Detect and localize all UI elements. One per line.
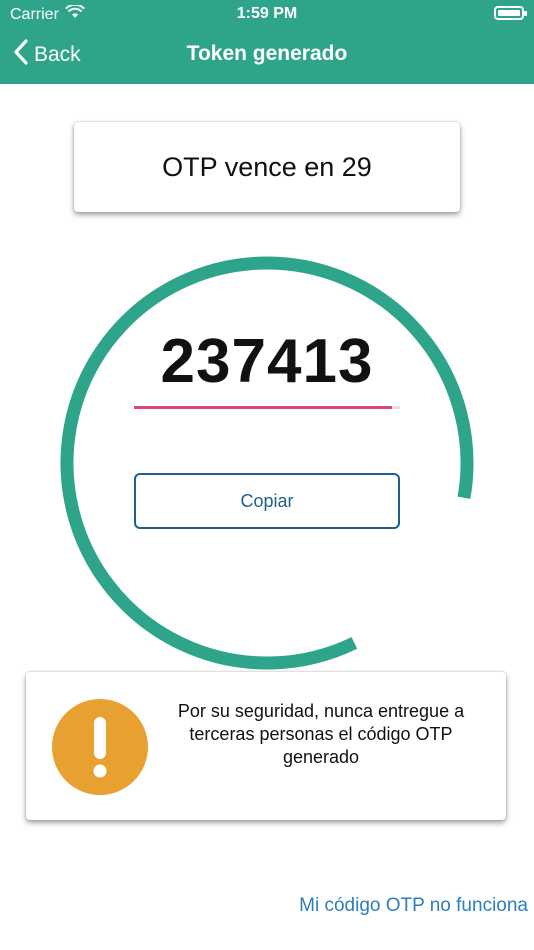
exclamation-icon	[52, 699, 148, 795]
countdown-ring	[60, 256, 474, 670]
otp-not-working-link[interactable]: Mi código OTP no funciona	[299, 895, 528, 917]
security-warning-text: Por su seguridad, nunca entregue a terce…	[177, 701, 465, 767]
otp-timer-text: OTP vence en 29	[162, 151, 372, 182]
copy-label: Copiar	[240, 490, 294, 511]
otp-underline-progress	[134, 406, 393, 409]
navigation-bar: Carrier 1:59 PM Back Token generado	[0, 0, 534, 84]
page-title: Token generado	[186, 42, 348, 65]
security-warning-card: Por su seguridad, nunca entregue a terce…	[26, 672, 506, 820]
status-bar: Carrier 1:59 PM	[0, 0, 534, 28]
copy-button[interactable]: Copiar	[134, 473, 400, 529]
otp-code: 237413	[160, 327, 374, 396]
otp-timer-card: OTP vence en 29	[74, 122, 460, 212]
status-time: 1:59 PM	[236, 5, 298, 22]
countdown-ring-arc	[60, 256, 474, 670]
battery-icon	[494, 6, 527, 20]
otp-underline	[134, 406, 400, 409]
